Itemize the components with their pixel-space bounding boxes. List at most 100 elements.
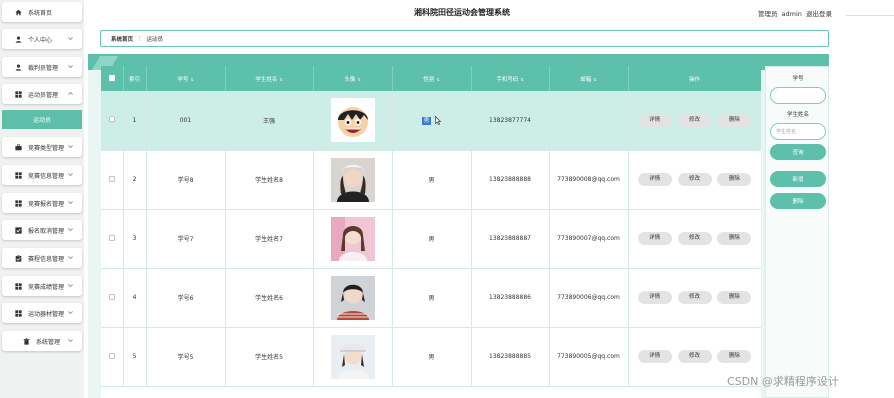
add-button[interactable]: 新增: [770, 171, 826, 187]
detail-button[interactable]: 详情: [637, 350, 672, 363]
search-button[interactable]: 查询: [770, 144, 826, 160]
grid-icon: [14, 90, 23, 99]
edit-button[interactable]: 修改: [677, 173, 712, 186]
detail-button[interactable]: 详情: [637, 232, 672, 245]
student-id-input[interactable]: [770, 87, 826, 104]
sidebar-item-equipment[interactable]: 运动器材管理: [2, 303, 82, 323]
chevron-down-icon: [68, 311, 73, 315]
cell-email: 773890005@qq.com: [549, 327, 629, 387]
column-header-index: 索引: [123, 66, 147, 91]
mouse-cursor-icon: [435, 115, 442, 125]
sort-icon[interactable]: ⇅: [593, 77, 596, 82]
sidebar-item-signup-cancel[interactable]: 报名取消管理: [2, 220, 82, 240]
cell-actions: 详情 修改 删除: [628, 209, 761, 269]
breadcrumb-separator: ⋮: [137, 35, 143, 42]
sidebar-item-competition-score[interactable]: 竞赛成绩管理: [2, 276, 82, 296]
cell-index: 3: [123, 209, 147, 269]
logout-link[interactable]: 退出登录: [806, 10, 832, 18]
select-all-cell[interactable]: [101, 66, 124, 91]
delete-button[interactable]: 删除: [717, 232, 752, 245]
sidebar-item-system[interactable]: 系统管理: [2, 331, 82, 351]
cell-email: [549, 91, 629, 151]
sidebar-item-competition-signup[interactable]: 竞赛报名管理: [2, 193, 82, 213]
window-edge: [846, 0, 894, 16]
sidebar-item-personal-center[interactable]: 个人中心: [2, 29, 82, 49]
delete-button[interactable]: 删除: [717, 113, 752, 127]
table-row[interactable]: 3 学号7 学生姓名7 男 13823888887 773890007@qq.c…: [101, 209, 761, 269]
chevron-down-icon: [68, 145, 73, 149]
filter-panel: 学号 学生姓名 学生姓名 查询 新增 删除: [765, 66, 829, 398]
chevron-down-icon: [68, 65, 73, 69]
cell-avatar: [313, 268, 393, 328]
grid-icon: [14, 199, 23, 208]
cell-email: 773890006@qq.com: [549, 268, 629, 328]
sort-icon[interactable]: ⇅: [279, 77, 282, 82]
sidebar-item-referee[interactable]: 裁判员管理: [2, 57, 82, 77]
chevron-up-icon: [68, 91, 73, 95]
cell-phone: 13823888885: [471, 327, 550, 387]
column-header-avatar[interactable]: 头像 ⇅: [313, 66, 393, 91]
sidebar-item-label: 运动器材管理: [28, 310, 65, 318]
breadcrumb-home[interactable]: 系统首页: [111, 35, 133, 43]
sidebar-item-label: 运动员管理: [28, 91, 59, 99]
table-row[interactable]: 4 学号6 学生姓名6 男 13823888886 773890006@qq.c…: [101, 268, 761, 328]
sidebar-subitem-athlete[interactable]: 运动员: [2, 110, 82, 129]
cell-name: 学生姓名6: [225, 268, 314, 328]
cell-email: 773890008@qq.com: [549, 150, 629, 210]
delete-button[interactable]: 删除: [717, 173, 752, 186]
sidebar-item-schedule-info[interactable]: 赛程信息管理: [2, 248, 82, 268]
cell-email: 773890007@qq.com: [549, 209, 629, 269]
detail-button[interactable]: 详情: [637, 173, 672, 186]
row-checkbox[interactable]: [108, 293, 115, 300]
name-input[interactable]: 学生姓名: [770, 123, 826, 140]
checkbox-icon: [14, 226, 23, 235]
user-area: 管理员 admin 退出登录: [756, 8, 832, 18]
cell-actions: 详情 修改 删除: [628, 91, 761, 151]
column-header-phone[interactable]: 手机号码 ⇅: [471, 66, 550, 91]
select-all-checkbox[interactable]: [108, 74, 115, 81]
column-header-student-id[interactable]: 学号 ⇅: [146, 66, 226, 91]
chevron-down-icon: [68, 284, 73, 288]
sidebar-item-label: 竞赛报名管理: [28, 200, 65, 208]
sort-icon[interactable]: ⇅: [190, 77, 193, 82]
row-checkbox[interactable]: [108, 352, 115, 359]
cell-gender: 男: [392, 209, 472, 269]
sidebar-item-label: 系统管理: [36, 338, 61, 346]
sidebar-item-competition-info[interactable]: 竞赛信息管理: [2, 165, 82, 185]
student-id-label: 学号: [792, 76, 804, 82]
sidebar-item-label: 裁判员管理: [28, 64, 59, 72]
delete-button[interactable]: 删除: [717, 350, 752, 363]
clipboard-icon: [14, 254, 23, 263]
sort-icon[interactable]: ⇅: [520, 77, 523, 82]
table-row[interactable]: 2 学号8 学生姓名8 男 13823888888 773890008@qq.c…: [101, 150, 761, 210]
sidebar-item-competition-type[interactable]: 竞赛类型管理: [2, 137, 82, 157]
detail-button[interactable]: 详情: [637, 113, 672, 127]
chevron-down-icon: [68, 228, 73, 232]
cell-actions: 详情 修改 删除: [628, 150, 761, 210]
column-header-gender[interactable]: 性别 ⇅: [392, 66, 472, 91]
row-checkbox[interactable]: [108, 234, 115, 241]
edit-button[interactable]: 修改: [677, 291, 712, 304]
app-title: 湘科院田径运动会管理系统: [414, 8, 510, 17]
photo-avatar: [330, 334, 375, 379]
sidebar-item-label: 竞赛成绩管理: [28, 283, 65, 291]
edit-button[interactable]: 修改: [677, 113, 712, 127]
row-checkbox[interactable]: [108, 116, 115, 123]
column-header-actions: 操作: [628, 66, 761, 91]
delete-button[interactable]: 删除: [717, 291, 752, 304]
edit-button[interactable]: 修改: [677, 350, 712, 363]
column-header-name[interactable]: 学生姓名 ⇅: [225, 66, 314, 91]
edit-button[interactable]: 修改: [677, 232, 712, 245]
sort-icon[interactable]: ⇅: [436, 77, 439, 82]
table-row[interactable]: 5 学号5 学生姓名5 男 13823888885 773890005@qq.c…: [101, 327, 761, 387]
row-checkbox[interactable]: [108, 175, 115, 182]
table-row[interactable]: 1 001 王强 男 13823877774 详情 修改 删除: [101, 91, 761, 151]
athlete-table: 索引 学号 ⇅ 学生姓名 ⇅ 头像 ⇅ 性别 ⇅ 手机号码 ⇅ 邮箱 ⇅ 操作 1 001 …: [101, 66, 761, 398]
batch-delete-button[interactable]: 删除: [770, 193, 826, 209]
detail-button[interactable]: 详情: [637, 291, 672, 304]
sidebar-item-home[interactable]: 系统首页: [2, 2, 82, 22]
sidebar-item-athlete[interactable]: 运动员管理: [2, 84, 82, 104]
sort-icon[interactable]: ⇅: [357, 77, 360, 82]
cell-avatar: [313, 150, 393, 210]
column-header-email[interactable]: 邮箱 ⇅: [549, 66, 629, 91]
